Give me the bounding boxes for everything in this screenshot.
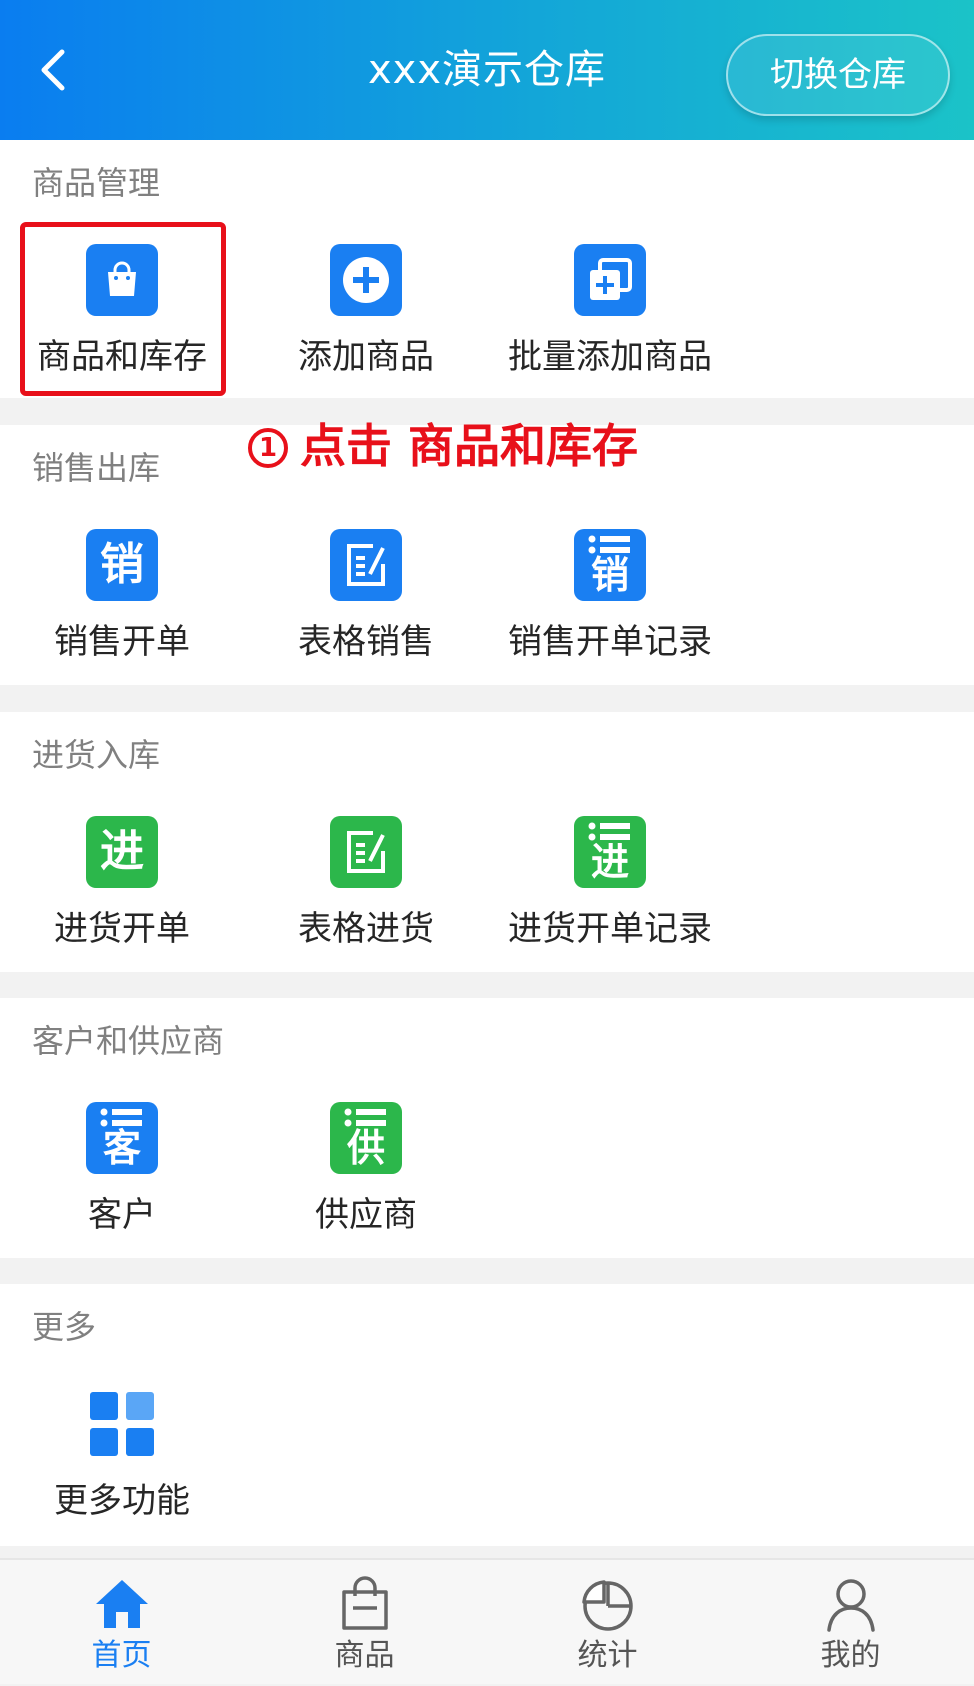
section-title: 进货入库 bbox=[32, 736, 161, 774]
menu-item-label: 销售开单 bbox=[54, 622, 190, 662]
annotation-instruction: 点击 商品和库存 bbox=[300, 419, 639, 473]
customer-list-icon: 客 bbox=[86, 1102, 158, 1174]
menu-item-label: 供应商 bbox=[315, 1195, 417, 1235]
user-icon bbox=[826, 1579, 875, 1632]
tab-statistics[interactable]: 统计 bbox=[486, 1560, 729, 1686]
edit-form-icon bbox=[330, 816, 402, 888]
bottom-tab-bar: 首页 商品 统计 我的 bbox=[0, 1558, 974, 1684]
menu-item-add-product[interactable]: 添加商品 bbox=[246, 244, 486, 394]
menu-item-sales-order[interactable]: 销 销售开单 bbox=[2, 529, 242, 679]
menu-item-label: 表格进货 bbox=[298, 909, 434, 949]
purchase-char-icon: 进 bbox=[86, 816, 158, 888]
icon-glyph: 销 bbox=[100, 539, 144, 590]
section-more: 更多 更多功能 bbox=[0, 1284, 974, 1546]
switch-warehouse-button[interactable]: 切换仓库 bbox=[726, 34, 950, 116]
section-customers-suppliers: 客户和供应商 客 客户 供 供应商 bbox=[0, 998, 974, 1258]
icon-glyph: 客 bbox=[102, 1126, 141, 1170]
menu-item-label: 更多功能 bbox=[54, 1481, 190, 1521]
menu-item-form-purchase[interactable]: 表格进货 bbox=[246, 816, 486, 966]
step-number-badge: 1 bbox=[248, 428, 288, 468]
menu-item-label: 进货开单 bbox=[54, 909, 190, 949]
section-purchase-inbound: 进货入库 进 进货开单 表格进货 进 进货开单记录 bbox=[0, 712, 974, 972]
batch-add-icon bbox=[574, 244, 646, 316]
menu-item-batch-add-product[interactable]: 批量添加商品 bbox=[490, 244, 730, 394]
menu-item-form-sales[interactable]: 表格销售 bbox=[246, 529, 486, 679]
sale-char-icon: 销 bbox=[86, 529, 158, 601]
icon-glyph: 销 bbox=[590, 553, 629, 597]
annotation-text: 1 点击 商品和库存 bbox=[248, 418, 638, 474]
icon-glyph: 进 bbox=[590, 840, 629, 884]
edit-form-icon bbox=[330, 529, 402, 601]
menu-item-suppliers[interactable]: 供 供应商 bbox=[246, 1102, 486, 1252]
section-title: 销售出库 bbox=[32, 449, 161, 487]
plus-circle-icon bbox=[330, 244, 402, 316]
section-title: 客户和供应商 bbox=[32, 1022, 225, 1060]
tab-label: 我的 bbox=[820, 1638, 881, 1673]
tab-label: 统计 bbox=[577, 1638, 638, 1673]
menu-item-label: 销售开单记录 bbox=[508, 622, 712, 662]
menu-item-sales-records[interactable]: 销 销售开单记录 bbox=[490, 529, 730, 679]
menu-item-label: 批量添加商品 bbox=[508, 337, 712, 377]
menu-item-label: 添加商品 bbox=[298, 337, 434, 377]
pie-chart-icon bbox=[581, 1580, 633, 1631]
section-title: 商品管理 bbox=[32, 164, 161, 202]
menu-item-more-features[interactable]: 更多功能 bbox=[2, 1388, 242, 1538]
tab-mine[interactable]: 我的 bbox=[729, 1560, 972, 1686]
grid-icon bbox=[86, 1388, 158, 1460]
menu-item-label: 表格销售 bbox=[298, 622, 434, 662]
menu-item-purchase-order[interactable]: 进 进货开单 bbox=[2, 816, 242, 966]
menu-item-label: 客户 bbox=[88, 1195, 156, 1235]
menu-item-customers[interactable]: 客 客户 bbox=[2, 1102, 242, 1252]
tab-home[interactable]: 首页 bbox=[0, 1560, 243, 1686]
icon-glyph: 进 bbox=[100, 826, 144, 877]
tab-label: 首页 bbox=[91, 1638, 152, 1673]
supplier-list-icon: 供 bbox=[330, 1102, 402, 1174]
tab-label: 商品 bbox=[334, 1638, 395, 1673]
section-title: 更多 bbox=[32, 1308, 97, 1346]
sale-records-icon: 销 bbox=[574, 529, 646, 601]
icon-glyph: 供 bbox=[346, 1126, 385, 1170]
bag-icon bbox=[341, 1576, 388, 1630]
purchase-records-icon: 进 bbox=[574, 816, 646, 888]
highlight-box bbox=[20, 222, 226, 396]
app-header: xxx演示仓库 切换仓库 bbox=[0, 0, 974, 140]
menu-item-label: 进货开单记录 bbox=[508, 909, 712, 949]
home-icon bbox=[95, 1580, 148, 1628]
tab-products[interactable]: 商品 bbox=[243, 1560, 486, 1686]
menu-item-purchase-records[interactable]: 进 进货开单记录 bbox=[490, 816, 730, 966]
